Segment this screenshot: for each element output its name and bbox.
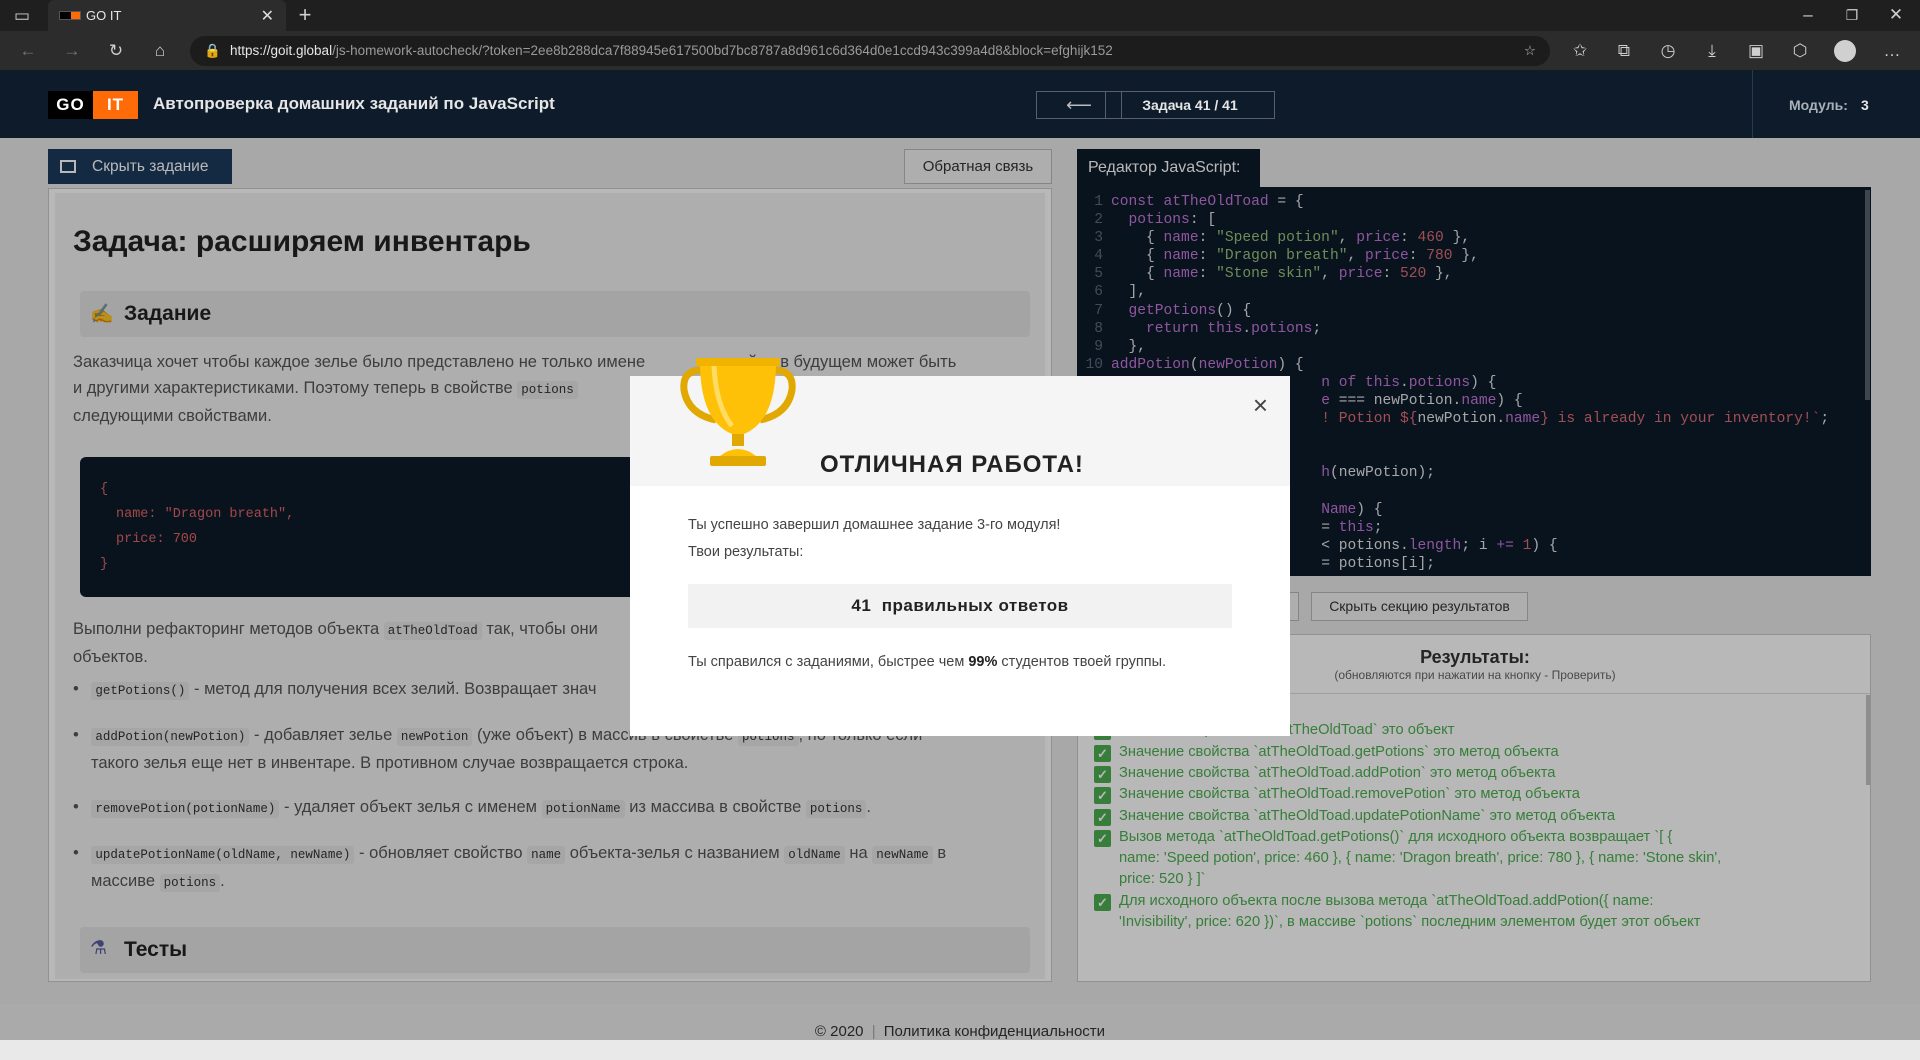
modal-close-icon[interactable]: × bbox=[1253, 392, 1268, 418]
browser-tab-bar: ▭ GO IT ✕ + – ❐ ✕ bbox=[0, 0, 1920, 31]
module-divider bbox=[1752, 70, 1753, 138]
favorite-star-icon[interactable]: ☆ bbox=[1524, 36, 1536, 66]
task-counter: Задача 41 / 41 bbox=[1105, 91, 1275, 119]
faster-pct: 99% bbox=[968, 654, 998, 670]
favorites-icon[interactable]: ✩ bbox=[1568, 41, 1592, 61]
more-menu-icon[interactable]: … bbox=[1880, 41, 1904, 61]
tab-actions-icon[interactable]: ▭ bbox=[10, 6, 34, 26]
maximize-icon[interactable]: ❐ bbox=[1840, 5, 1864, 25]
success-modal: ОТЛИЧНАЯ РАБОТА! × Ты успешно завершил д… bbox=[630, 358, 1290, 736]
tab-favicon-icon bbox=[59, 11, 81, 20]
back-icon[interactable]: ← bbox=[16, 41, 40, 61]
score-box: 41 правильных ответов bbox=[688, 584, 1232, 628]
score-value: 41 bbox=[851, 596, 872, 615]
modal-title: ОТЛИЧНАЯ РАБОТА! bbox=[820, 451, 1084, 478]
trophy-icon bbox=[680, 358, 796, 466]
extension-icon[interactable]: ⬡ bbox=[1788, 41, 1812, 61]
browser-tab[interactable]: GO IT ✕ bbox=[48, 0, 286, 31]
logo[interactable]: GO IT bbox=[48, 91, 138, 119]
score-label: правильных ответов bbox=[881, 596, 1069, 615]
url-host: https://goit.global bbox=[230, 43, 333, 58]
downloads-icon[interactable]: ⤓ bbox=[1700, 41, 1724, 61]
site-title: Автопроверка домашних заданий по JavaScr… bbox=[153, 94, 555, 113]
faster-text-a: Ты справился с заданиями, быстрее чем bbox=[688, 654, 965, 670]
collections-icon[interactable]: ⧉ bbox=[1612, 41, 1636, 61]
modal-line2: Твои результаты: bbox=[688, 544, 804, 560]
logo-it: IT bbox=[93, 91, 138, 119]
new-tab-icon[interactable]: + bbox=[293, 4, 317, 26]
tab-close-icon[interactable]: ✕ bbox=[261, 6, 274, 26]
forward-icon[interactable]: → bbox=[60, 41, 84, 61]
module-value: 3 bbox=[1861, 97, 1869, 113]
window-close-icon[interactable]: ✕ bbox=[1884, 5, 1908, 25]
address-bar[interactable]: 🔒 https://goit.global/js-homework-autoch… bbox=[190, 36, 1550, 66]
tab-title: GO IT bbox=[86, 8, 122, 23]
modal-line1: Ты успешно завершил домашнее задание 3-г… bbox=[688, 517, 1061, 533]
minimize-icon[interactable]: – bbox=[1796, 5, 1820, 25]
url-path: /js-homework-autocheck/?token=2ee8b288dc… bbox=[332, 43, 1113, 58]
history-icon[interactable]: ◷ bbox=[1656, 41, 1680, 61]
site-header: GO IT Автопроверка домашних заданий по J… bbox=[0, 70, 1920, 138]
reload-icon[interactable]: ↻ bbox=[104, 41, 128, 61]
faster-text-b: студентов твоей группы. bbox=[1001, 654, 1167, 670]
logo-go: GO bbox=[48, 91, 93, 119]
modal-faster: Ты справился с заданиями, быстрее чем 99… bbox=[688, 654, 1166, 670]
lock-icon: 🔒 bbox=[204, 43, 221, 58]
browser-toolbar: ← → ↻ ⌂ 🔒 https://goit.global/js-homewor… bbox=[0, 31, 1920, 70]
home-icon[interactable]: ⌂ bbox=[148, 41, 172, 61]
screenshot-icon[interactable]: ▣ bbox=[1744, 41, 1768, 61]
module-label: Модуль: bbox=[1789, 97, 1848, 113]
profile-avatar[interactable] bbox=[1834, 40, 1856, 62]
